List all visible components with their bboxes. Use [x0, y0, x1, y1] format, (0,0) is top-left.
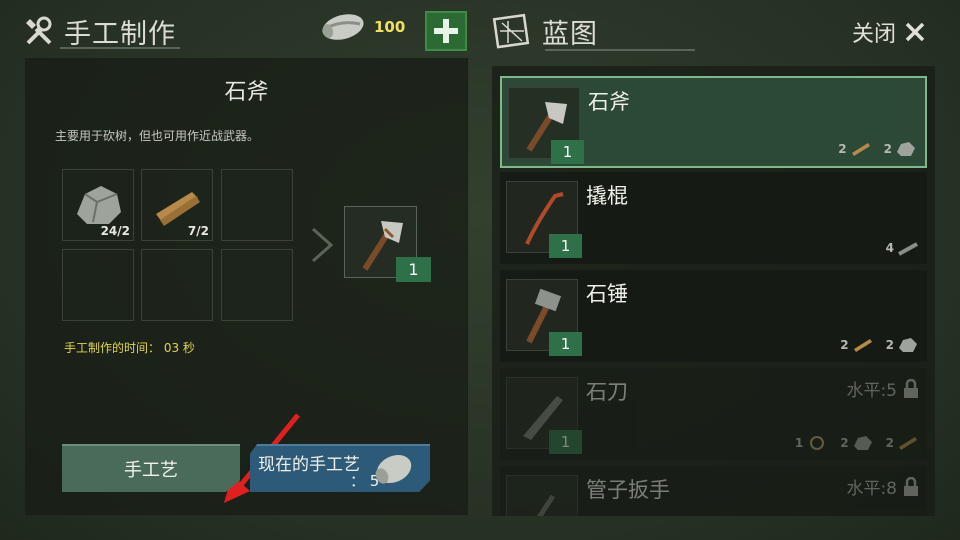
ingredient-count: 7/2 — [187, 224, 209, 238]
blueprint-thumbnail — [506, 475, 578, 516]
result-count-badge: 1 — [396, 257, 431, 282]
close-icon — [905, 22, 925, 42]
req-count: 2 — [840, 338, 849, 352]
blueprint-count-badge: 1 — [549, 332, 582, 356]
pipe-wrench-icon — [537, 494, 556, 516]
blueprint-item-pipe-wrench[interactable]: 管子扳手 水平:8 — [500, 466, 927, 516]
item-name: 石斧 — [224, 80, 269, 105]
tools-icon — [26, 16, 52, 44]
level-label: 水平:5 — [846, 381, 897, 401]
header-divider — [60, 47, 180, 49]
req-count: 4 — [885, 241, 894, 255]
lock-icon — [904, 476, 918, 496]
blueprint-name: 石刀 — [586, 380, 628, 404]
blueprint-name: 石锤 — [586, 282, 628, 306]
stone-icon — [899, 338, 917, 352]
craft-now-button[interactable]: 现在的手工艺 ： 5 — [250, 444, 430, 492]
add-currency-button[interactable] — [425, 11, 467, 51]
header-divider-right — [545, 49, 695, 51]
ingredient-count: 24/2 — [100, 224, 130, 238]
req-count: 1 — [794, 436, 804, 450]
level-requirement: 水平:8 — [846, 474, 919, 499]
req-count: 2 — [838, 142, 847, 156]
craft-now-label: 现在的手工艺 — [258, 455, 360, 475]
blueprint-count-badge: 1 — [549, 234, 582, 258]
craft-time-label: 手工制作的时间： 03 秒 — [64, 341, 195, 355]
ingredient-slot-empty[interactable] — [141, 249, 213, 321]
blueprint-requirements: 2 2 — [840, 336, 919, 354]
ingredient-slot[interactable]: 24/2 — [62, 169, 134, 241]
blueprint-scroll-icon — [375, 454, 412, 484]
chevron-right-icon — [312, 227, 334, 263]
craft-button-label: 手工艺 — [124, 460, 178, 481]
rope-icon — [810, 436, 825, 450]
blueprint-scroll-icon — [322, 14, 364, 40]
blueprint-count-badge: 1 — [549, 430, 582, 454]
metal-pipe-icon — [898, 242, 918, 256]
level-label: 水平:8 — [846, 479, 897, 499]
currency-display: 100 — [320, 12, 405, 42]
craft-title: 手工制作 — [64, 19, 176, 50]
item-description: 主要用于砍树，但也可用作近战武器。 — [55, 129, 260, 143]
stone-icon — [897, 142, 915, 156]
req-count: 2 — [883, 142, 892, 156]
close-label: 关闭 — [852, 22, 897, 47]
blueprint-requirements: 2 2 — [838, 140, 917, 158]
blueprint-count-badge: 1 — [551, 140, 584, 164]
blueprint-item-stone-knife[interactable]: 1 石刀 水平:5 1 2 2 — [500, 368, 927, 460]
craft-header: 手工制作 — [22, 12, 176, 51]
level-requirement: 水平:5 — [846, 376, 919, 401]
blueprint-title: 蓝图 — [542, 19, 598, 50]
blueprint-item-stone-hammer[interactable]: 1 石锤 2 2 — [500, 270, 927, 362]
req-count: 2 — [885, 436, 894, 450]
req-count: 2 — [885, 338, 894, 352]
currency-amount: 100 — [374, 18, 406, 36]
blueprint-map-icon — [492, 13, 530, 49]
req-count: 2 — [840, 436, 849, 450]
blueprint-list: 1 石斧 2 2 1 撬棍 4 1 石锤 2 2 1 石刀 水平:5 1 2 2… — [492, 66, 935, 516]
wood-plank-icon — [853, 339, 872, 352]
close-button[interactable]: 关闭 — [852, 16, 926, 48]
craft-button[interactable]: 手工艺 — [62, 444, 240, 492]
blueprint-requirements: 1 2 2 — [795, 434, 919, 452]
blueprint-name: 管子扳手 — [586, 478, 670, 502]
lock-icon — [904, 378, 918, 398]
stone-icon — [853, 436, 872, 450]
ingredient-slot-empty[interactable] — [221, 249, 293, 321]
ingredient-slot[interactable]: 7/2 — [141, 169, 213, 241]
blueprint-item-stone-axe[interactable]: 1 石斧 2 2 — [500, 76, 927, 168]
blueprint-item-crowbar[interactable]: 1 撬棍 4 — [500, 172, 927, 264]
plus-icon — [434, 19, 458, 43]
wood-plank-icon — [851, 143, 870, 156]
blueprint-requirements: 4 — [886, 240, 919, 256]
craft-detail-panel: 石斧 主要用于砍树，但也可用作近战武器。 24/2 7/2 1 手工制作的时间：… — [25, 58, 468, 515]
blueprint-name: 石斧 — [588, 90, 630, 114]
ingredient-slot-empty[interactable] — [62, 249, 134, 321]
blueprint-name: 撬棍 — [586, 184, 628, 208]
ingredient-slot-empty[interactable] — [221, 169, 293, 241]
blueprint-header: 蓝图 — [492, 12, 598, 51]
wood-plank-icon — [899, 437, 917, 450]
